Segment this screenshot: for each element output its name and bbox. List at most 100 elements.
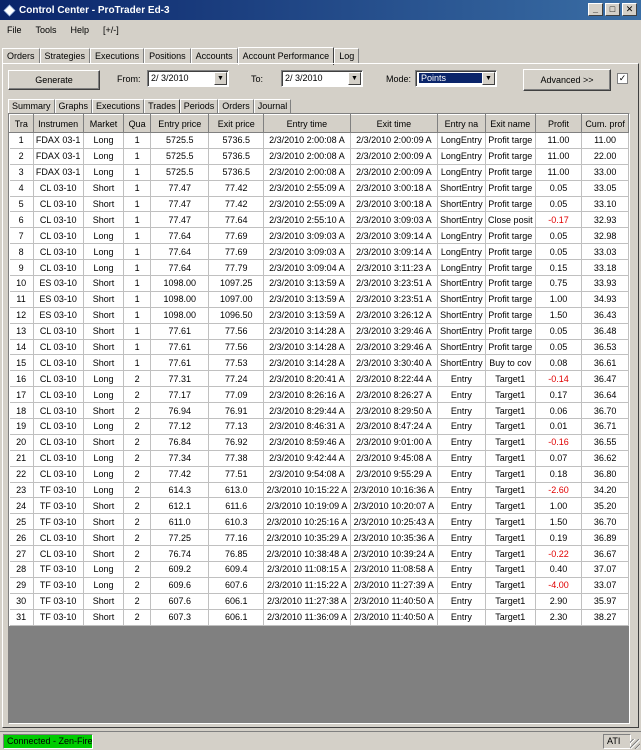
table-cell: 1.00 [535, 291, 583, 308]
table-row[interactable]: 6 CL 03-10 Short 1 77.47 77.64 2/3/2010 2:55:1… [9, 211, 629, 229]
tab-orders-sub[interactable]: Orders [218, 99, 254, 113]
table-row[interactable]: 9 CL 03-10 Long 1 77.64 77.79 2/3/2010 3:09:04… [9, 259, 629, 277]
menu-tools[interactable]: Tools [29, 25, 64, 35]
table-row[interactable]: 25 TF 03-10 Short 2 611.0 610.3 2/3/2010 10:25… [9, 513, 629, 531]
column-header[interactable]: Exit name [484, 114, 536, 133]
column-header[interactable]: Exit time [349, 114, 438, 133]
table-row[interactable]: 28 TF 03-10 Long 2 609.2 609.4 2/3/2010 11:08:… [9, 561, 629, 578]
table-row[interactable]: 17 CL 03-10 Long 2 77.17 77.09 2/3/2010 8:26:1… [9, 386, 629, 404]
table-row[interactable]: 2 FDAX 03-1 Long 1 5725.5 5736.5 2/3/2010 2:00… [9, 148, 629, 165]
table-cell: 9 [9, 259, 34, 277]
table-cell: 11.00 [535, 132, 583, 149]
mode-select[interactable]: Points ▼ [415, 70, 497, 87]
table-cell: CL 03-10 [33, 259, 84, 277]
column-header[interactable]: Qua [123, 114, 151, 133]
menu-toggle[interactable]: [+/-] [96, 25, 126, 35]
chevron-down-icon[interactable]: ▼ [214, 72, 227, 85]
table-row[interactable]: 4 CL 03-10 Short 1 77.47 77.42 2/3/2010 2:55:0… [9, 180, 629, 197]
resize-grip-icon[interactable] [630, 739, 640, 749]
table-row[interactable]: 14 CL 03-10 Short 1 77.61 77.56 2/3/2010 3:14:… [9, 339, 629, 356]
advanced-button[interactable]: Advanced >> [523, 69, 611, 91]
tab-periods[interactable]: Periods [179, 99, 219, 113]
tab-strategies[interactable]: Strategies [39, 48, 91, 64]
table-row[interactable]: 24 TF 03-10 Short 2 612.1 611.6 2/3/2010 10:19… [9, 497, 629, 515]
tab-accounts[interactable]: Accounts [190, 48, 238, 64]
table-cell: Short [83, 211, 125, 229]
column-header[interactable]: Entry price [149, 114, 210, 133]
menu-file[interactable]: File [0, 25, 29, 35]
options-checkbox[interactable]: ✓ [617, 73, 628, 84]
table-cell: 1098.00 [150, 291, 210, 308]
table-cell: 1 [9, 132, 34, 149]
table-row[interactable]: 27 CL 03-10 Short 2 76.74 76.85 2/3/2010 10:38… [9, 545, 629, 563]
table-row[interactable]: 29 TF 03-10 Long 2 609.6 607.6 2/3/2010 11:15:… [9, 577, 629, 594]
column-header[interactable]: Profit [534, 114, 583, 133]
maximize-button[interactable]: □ [605, 3, 620, 16]
from-date-picker[interactable]: 2/ 3/2010 ▼ [147, 70, 229, 87]
table-cell: 14 [9, 339, 34, 356]
table-row[interactable]: 30 TF 03-10 Short 2 607.6 606.1 2/3/2010 11:27… [9, 593, 629, 610]
column-header[interactable]: Tra [9, 114, 34, 133]
tab-summary[interactable]: Summary [8, 99, 55, 113]
table-cell: Target1 [485, 609, 536, 626]
table-cell: 77.56 [208, 323, 264, 340]
tab-positions[interactable]: Positions [144, 48, 191, 64]
table-cell: 5736.5 [208, 132, 264, 149]
column-header[interactable]: Instrumen [32, 114, 84, 133]
table-row[interactable]: 23 TF 03-10 Long 2 614.3 613.0 2/3/2010 10:15:… [9, 482, 629, 499]
tab-log[interactable]: Log [334, 48, 360, 64]
table-row[interactable]: 7 CL 03-10 Long 1 77.64 77.69 2/3/2010 3:09:03… [9, 227, 629, 245]
column-header[interactable]: Market [82, 114, 125, 133]
table-row[interactable]: 21 CL 03-10 Long 2 77.34 77.38 2/3/2010 9:42:4… [9, 450, 629, 467]
table-row[interactable]: 3 FDAX 03-1 Long 1 5725.5 5736.5 2/3/2010 2:00… [9, 164, 629, 181]
table-row[interactable]: 5 CL 03-10 Short 1 77.47 77.42 2/3/2010 2:55:0… [9, 196, 629, 213]
table-cell: CL 03-10 [33, 323, 84, 340]
chevron-down-icon[interactable]: ▼ [348, 72, 361, 85]
table-row[interactable]: 22 CL 03-10 Long 2 77.42 77.51 2/3/2010 9:54:0… [9, 466, 629, 483]
table-cell: 1097.25 [208, 275, 264, 292]
table-cell: 30 [9, 593, 34, 610]
tab-executions[interactable]: Executions [90, 48, 145, 64]
table-cell: 1 [123, 339, 151, 356]
table-row[interactable]: 31 TF 03-10 Short 2 607.3 606.1 2/3/2010 11:36… [9, 609, 629, 626]
tab-trades[interactable]: Trades [144, 99, 180, 114]
table-row[interactable]: 16 CL 03-10 Long 2 77.31 77.24 2/3/2010 8:20:4… [9, 370, 629, 388]
table-row[interactable]: 18 CL 03-10 Short 2 76.94 76.91 2/3/2010 8:29:… [9, 402, 629, 420]
table-cell: Short [83, 529, 125, 547]
tab-journal[interactable]: Journal [253, 99, 292, 113]
table-row[interactable]: 1 FDAX 03-1 Long 1 5725.5 5736.5 2/3/2010 2:00… [9, 132, 629, 149]
menu-help[interactable]: Help [64, 25, 97, 35]
minimize-button[interactable]: _ [588, 3, 603, 16]
table-cell: 33.18 [581, 259, 629, 277]
table-row[interactable]: 13 CL 03-10 Short 1 77.61 77.56 2/3/2010 3:14:… [9, 323, 629, 340]
table-row[interactable]: 15 CL 03-10 Short 1 77.61 77.53 2/3/2010 3:14:… [9, 354, 629, 372]
table-cell: 33.93 [581, 275, 629, 292]
close-button[interactable]: ✕ [622, 3, 637, 16]
column-header[interactable]: Exit price [208, 114, 264, 133]
table-row[interactable]: 12 ES 03-10 Short 1 1098.00 1096.50 2/3/2010 3… [9, 307, 629, 324]
table-cell: 1.50 [535, 513, 583, 531]
generate-button[interactable]: Generate [8, 70, 100, 90]
table-cell: 28 [9, 561, 34, 578]
table-row[interactable]: 19 CL 03-10 Long 2 77.12 77.13 2/3/2010 8:46:3… [9, 418, 629, 435]
table-cell: ShortEntry [437, 323, 486, 340]
tab-graphs[interactable]: Graphs [54, 99, 93, 113]
table-cell: 2 [123, 497, 151, 515]
table-cell: 2/3/2010 9:54:08 A [263, 466, 351, 483]
column-header[interactable]: Entry time [262, 114, 351, 133]
table-row[interactable]: 20 CL 03-10 Short 2 76.84 76.92 2/3/2010 8:59:… [9, 434, 629, 451]
table-row[interactable]: 10 ES 03-10 Short 1 1098.00 1097.25 2/3/2010 3… [9, 275, 629, 292]
tab-orders[interactable]: Orders [2, 48, 40, 64]
to-date-picker[interactable]: 2/ 3/2010 ▼ [281, 70, 363, 87]
column-header[interactable]: Cum. prof [581, 114, 629, 133]
table-cell: 34.93 [581, 291, 629, 308]
tab-executions-sub[interactable]: Executions [92, 99, 145, 113]
table-row[interactable]: 11 ES 03-10 Short 1 1098.00 1097.00 2/3/2010 3… [9, 291, 629, 308]
table-cell: Entry [437, 418, 486, 435]
table-cell: ShortEntry [437, 339, 486, 356]
column-header[interactable]: Entry na [436, 114, 486, 133]
trades-grid[interactable]: Tra Instrumen Market Qua Entry price Exit pri… [8, 113, 630, 724]
chevron-down-icon[interactable]: ▼ [482, 72, 495, 85]
table-row[interactable]: 8 CL 03-10 Long 1 77.64 77.69 2/3/2010 3:09:03… [9, 243, 629, 261]
table-row[interactable]: 26 CL 03-10 Short 2 77.25 77.16 2/3/2010 10:35… [9, 529, 629, 547]
